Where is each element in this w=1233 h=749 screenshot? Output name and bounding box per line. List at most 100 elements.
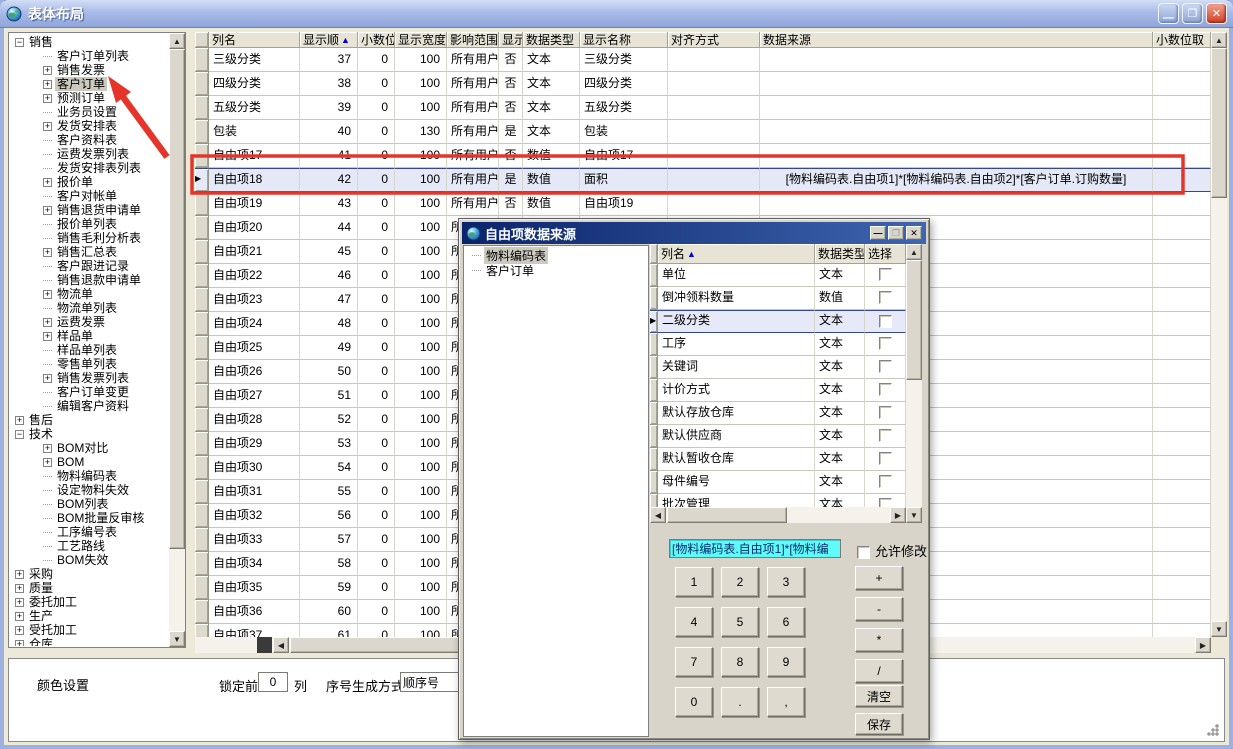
row-selector[interactable] — [195, 240, 209, 264]
select-checkbox[interactable] — [879, 429, 892, 442]
keypad-button-4[interactable]: 4 — [675, 607, 713, 637]
sidebar-item-报价单[interactable]: +报价单 — [10, 175, 168, 189]
column-header-显示名称[interactable]: 显示名称 — [580, 32, 668, 48]
row-selector[interactable] — [195, 408, 209, 432]
row-selector[interactable] — [195, 312, 209, 336]
expand-icon[interactable]: + — [43, 458, 52, 467]
sidebar-item-销售[interactable]: −销售 — [10, 35, 168, 49]
keypad-button-6[interactable]: 6 — [767, 607, 805, 637]
dialog-table-row-工序[interactable]: 工序文本 — [650, 333, 906, 356]
sidebar-item-样品单[interactable]: +样品单 — [10, 329, 168, 343]
collapse-icon[interactable]: − — [15, 38, 24, 47]
row-selector[interactable] — [195, 624, 209, 637]
select-checkbox[interactable] — [879, 291, 892, 304]
scroll-up-button[interactable]: ▲ — [906, 244, 922, 260]
main-titlebar[interactable]: 表体布局 — ❐ ✕ — [0, 0, 1233, 28]
scroll-down-button[interactable]: ▼ — [169, 631, 185, 647]
scroll-up-button[interactable]: ▲ — [1211, 32, 1227, 48]
row-selector[interactable] — [195, 600, 209, 624]
sidebar-item-销售退货申请单[interactable]: +销售退货申请单 — [10, 203, 168, 217]
table-row-自由项19[interactable]: 自由项19430100所有用户否数值自由项19 — [195, 192, 1211, 216]
expand-icon[interactable]: + — [43, 318, 52, 327]
expand-icon[interactable]: + — [43, 248, 52, 257]
allow-edit-checkbox[interactable] — [857, 546, 870, 559]
expand-icon[interactable]: + — [43, 66, 52, 75]
sidebar-item-报价单列表[interactable]: 报价单列表 — [10, 217, 168, 231]
row-selector[interactable] — [195, 576, 209, 600]
row-selector[interactable] — [650, 264, 658, 287]
keypad-button-5[interactable]: 5 — [721, 607, 759, 637]
expand-icon[interactable]: + — [15, 626, 24, 635]
minimize-button[interactable]: — — [1158, 3, 1179, 24]
sidebar-item-运费发票列表[interactable]: 运费发票列表 — [10, 147, 168, 161]
expand-icon[interactable]: + — [15, 598, 24, 607]
sidebar-item-物流单[interactable]: +物流单 — [10, 287, 168, 301]
sidebar-item-仓库[interactable]: +仓库 — [10, 637, 168, 646]
dialog-table-row-默认供应商[interactable]: 默认供应商文本 — [650, 425, 906, 448]
operator-button--[interactable]: - — [855, 597, 903, 621]
sidebar-item-运费发票[interactable]: +运费发票 — [10, 315, 168, 329]
row-selector[interactable]: ▶ — [650, 310, 658, 333]
sidebar-item-BOM列表[interactable]: BOM列表 — [10, 497, 168, 511]
row-selector[interactable] — [195, 504, 209, 528]
clear-button[interactable]: 清空 — [855, 685, 903, 707]
select-checkbox[interactable] — [879, 315, 892, 328]
row-selector[interactable] — [650, 425, 658, 448]
row-selector[interactable] — [195, 192, 209, 216]
column-header-数据来源[interactable]: 数据来源 — [760, 32, 1153, 48]
expand-icon[interactable]: + — [43, 374, 52, 383]
expand-icon[interactable]: + — [43, 122, 52, 131]
row-selector[interactable] — [195, 216, 209, 240]
dialog-table-row-批次管理[interactable]: 批次管理文本 — [650, 494, 906, 507]
sidebar-item-销售发票列表[interactable]: +销售发票列表 — [10, 371, 168, 385]
row-selector[interactable] — [650, 402, 658, 425]
select-checkbox[interactable] — [879, 383, 892, 396]
expand-icon[interactable]: + — [43, 444, 52, 453]
select-checkbox[interactable] — [879, 475, 892, 488]
row-selector[interactable] — [650, 494, 658, 507]
sidebar-item-样品单列表[interactable]: 样品单列表 — [10, 343, 168, 357]
dialog-table-row-单位[interactable]: 单位文本 — [650, 264, 906, 287]
sidebar-item-物料编码表[interactable]: 物料编码表 — [10, 469, 168, 483]
table-row-五级分类[interactable]: 五级分类390100所有用户否文本五级分类 — [195, 96, 1211, 120]
keypad-button-2[interactable]: 2 — [721, 567, 759, 597]
sidebar-item-零售单列表[interactable]: 零售单列表 — [10, 357, 168, 371]
operator-button-/[interactable]: / — [855, 659, 903, 683]
sidebar-item-预测订单[interactable]: +预测订单 — [10, 91, 168, 105]
dialog-table-row-默认暂收仓库[interactable]: 默认暂收仓库文本 — [650, 448, 906, 471]
sidebar-item-设定物料失效[interactable]: 设定物料失效 — [10, 483, 168, 497]
scrollbar-thumb[interactable] — [906, 260, 922, 380]
keypad-button-1[interactable]: 1 — [675, 567, 713, 597]
sidebar-item-BOM批量反审核[interactable]: BOM批量反审核 — [10, 511, 168, 525]
scrollbar-thumb[interactable] — [667, 507, 787, 523]
sidebar-item-客户订单变更[interactable]: 客户订单变更 — [10, 385, 168, 399]
save-button[interactable]: 保存 — [855, 713, 903, 735]
resize-grip[interactable] — [1206, 723, 1219, 736]
sidebar-item-销售汇总表[interactable]: +销售汇总表 — [10, 245, 168, 259]
scroll-right-button[interactable]: ▶ — [1195, 637, 1211, 653]
sidebar-item-发货安排表列表[interactable]: 发货安排表列表 — [10, 161, 168, 175]
keypad-button-7[interactable]: 7 — [675, 647, 713, 677]
keypad-button-,[interactable]: , — [767, 687, 805, 717]
row-selector[interactable] — [195, 456, 209, 480]
row-selector[interactable] — [195, 144, 209, 168]
table-row-自由项18[interactable]: ▶自由项18420100所有用户是数值面积[物料编码表.自由项1]*[物料编码表… — [195, 168, 1211, 192]
dialog-table-row-倒冲领料数量[interactable]: 倒冲领料数量数值 — [650, 287, 906, 310]
dialog-table-row-二级分类[interactable]: ▶二级分类文本 — [650, 310, 906, 333]
column-header-显示顺[interactable]: 显示顺▲ — [300, 32, 358, 48]
dialog-titlebar[interactable]: 自由项数据来源 — ❐ ✕ — [462, 222, 926, 244]
sidebar-item-工艺路线[interactable]: 工艺路线 — [10, 539, 168, 553]
table-row-三级分类[interactable]: 三级分类370100所有用户否文本三级分类 — [195, 48, 1211, 72]
sidebar-item-售后[interactable]: +售后 — [10, 413, 168, 427]
expand-icon[interactable]: + — [43, 290, 52, 299]
sidebar-item-销售毛利分析表[interactable]: 销售毛利分析表 — [10, 231, 168, 245]
row-selector[interactable] — [195, 120, 209, 144]
select-checkbox[interactable] — [879, 406, 892, 419]
row-selector[interactable] — [195, 384, 209, 408]
row-selector[interactable] — [195, 48, 209, 72]
scroll-left-button[interactable]: ◀ — [273, 637, 289, 653]
row-selector[interactable] — [650, 287, 658, 310]
column-header-列名[interactable]: 列名 — [209, 32, 300, 48]
row-selector[interactable] — [195, 480, 209, 504]
row-selector[interactable] — [195, 528, 209, 552]
